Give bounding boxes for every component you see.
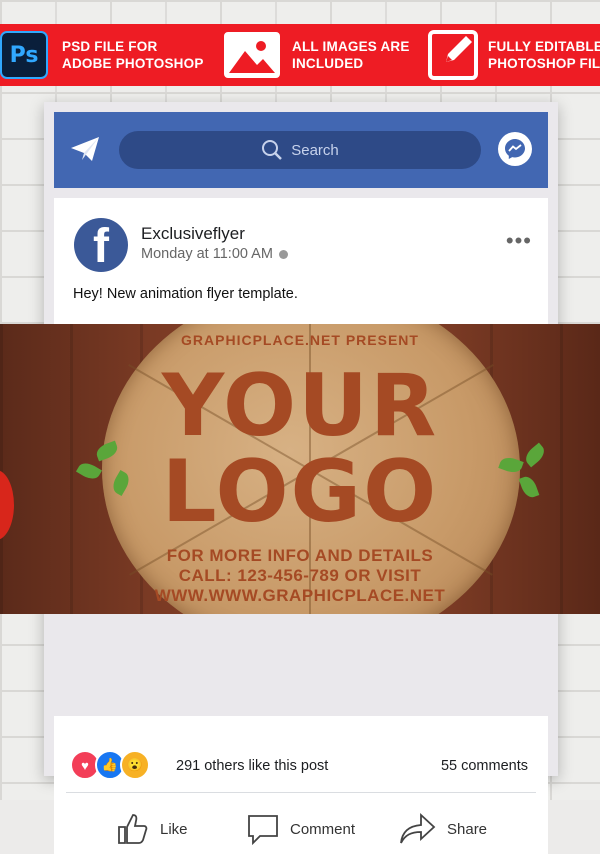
feature-editable-line1: FULLY EDITABLE (488, 39, 600, 54)
flyer-info-line2: CALL: 123-456-789 OR VISIT (178, 566, 422, 585)
flyer-header: GRAPHICPLACE.NET PRESENT (181, 332, 419, 348)
feature-editable-label: FULLY EDITABLE PHOTOSHOP FILE (488, 38, 600, 72)
share-button[interactable]: Share (399, 812, 487, 846)
facebook-navbar: Search (54, 112, 548, 188)
divider (66, 792, 536, 793)
feature-images: ALL IMAGES ARE INCLUDED (224, 24, 410, 86)
likes-count[interactable]: 291 others like this post (176, 758, 328, 774)
thumbs-up-icon (118, 814, 148, 844)
like-label: Like (160, 820, 188, 838)
feature-editable-line2: PHOTOSHOP FILE (488, 56, 600, 71)
comment-label: Comment (290, 820, 356, 838)
photoshop-icon: Ps (0, 31, 48, 79)
comment-icon (248, 815, 278, 846)
feature-images-line1: ALL IMAGES ARE (292, 39, 410, 54)
post-footer: ♥ 👍 😮 291 others like this post 55 comme… (54, 716, 548, 854)
post-text: Hey! New animation flyer template. (73, 286, 298, 302)
search-icon (262, 140, 283, 160)
feature-editable: FULLY EDITABLE PHOTOSHOP FILE (428, 24, 600, 86)
search-placeholder: Search (291, 141, 339, 159)
feature-psd-line1: PSD FILE FOR (62, 39, 158, 54)
feature-psd-label: PSD FILE FOR ADOBE PHOTOSHOP (62, 38, 204, 72)
wow-reaction-icon: 😮 (120, 750, 150, 780)
like-button[interactable]: Like (116, 812, 188, 846)
feature-images-label: ALL IMAGES ARE INCLUDED (292, 38, 410, 72)
flyer-info-line1: FOR MORE INFO AND DETAILS (166, 546, 434, 565)
more-dots-icon[interactable]: ••• (506, 228, 532, 254)
share-label: Share (447, 820, 488, 838)
flyer-logo-line2: LOGO (161, 442, 439, 542)
paper-plane-icon[interactable] (70, 136, 100, 167)
share-icon (400, 812, 436, 844)
facebook-logo-icon: f (93, 220, 109, 272)
globe-icon (278, 249, 288, 259)
author-name[interactable]: Exclusiveflyer (141, 224, 245, 244)
reaction-icons[interactable]: ♥ 👍 😮 (70, 750, 150, 780)
flyer-logo-line1: YOUR (161, 356, 439, 456)
comment-button[interactable]: Comment (246, 812, 355, 846)
feature-psd: Ps PSD FILE FOR ADOBE PHOTOSHOP (0, 24, 204, 86)
feature-banner: Ps PSD FILE FOR ADOBE PHOTOSHOP ALL IMAG… (0, 24, 600, 86)
flyer-info-line3: WWW.WWW.GRAPHICPLACE.NET (154, 586, 446, 605)
flyer-image[interactable]: GRAPHICPLACE.NET PRESENT YOUR LOGO FOR M… (0, 324, 600, 614)
edit-icon (428, 30, 478, 80)
feature-psd-line2: ADOBE PHOTOSHOP (62, 56, 204, 71)
comments-count[interactable]: 55 comments (441, 758, 528, 774)
messenger-icon[interactable] (498, 132, 532, 166)
image-icon (224, 32, 280, 78)
avatar[interactable]: f (74, 218, 128, 272)
feature-images-line2: INCLUDED (292, 56, 364, 71)
search-input[interactable]: Search (119, 131, 481, 169)
post-time-text: Monday at 11:00 AM (141, 246, 273, 262)
post-timestamp: Monday at 11:00 AM (141, 246, 288, 262)
